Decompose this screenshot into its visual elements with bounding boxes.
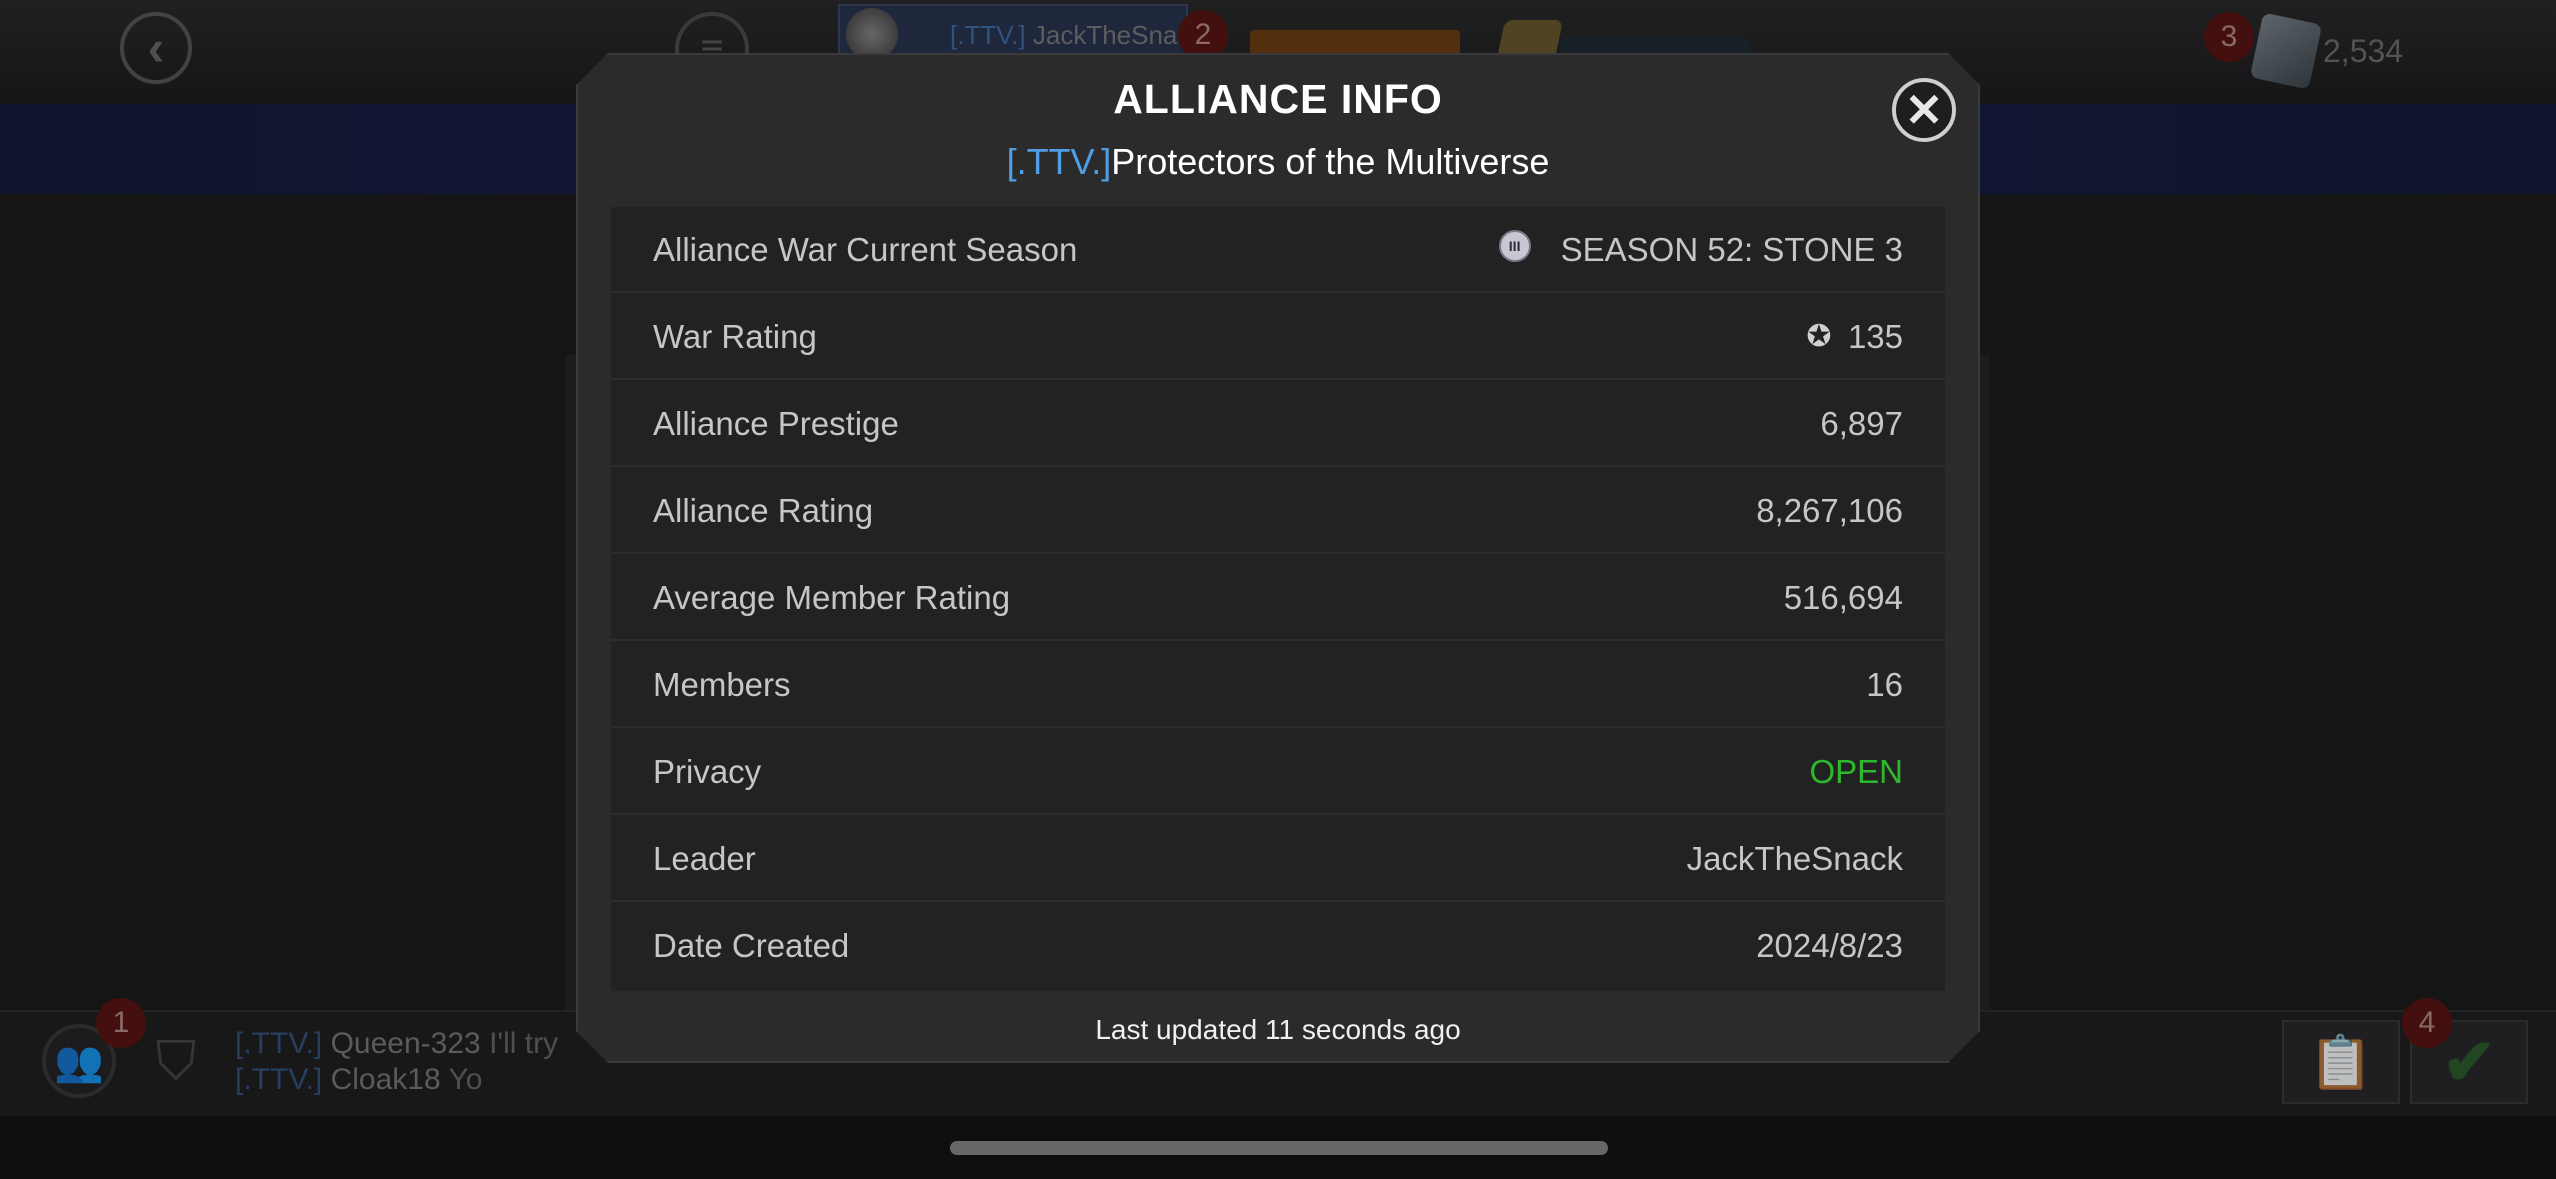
privacy-status: OPEN <box>1809 753 1903 790</box>
row-label: Leader <box>653 840 756 877</box>
leader-name[interactable]: JackTheSnack <box>1687 816 1903 902</box>
info-row-members: Members 16 <box>611 642 1945 728</box>
row-value: 6,897 <box>1820 405 1903 442</box>
war-rating-shield-icon: ✪ <box>1806 320 1832 353</box>
alliance-tag: [.TTV.] <box>1006 141 1112 182</box>
info-row-war-rating: War Rating ✪ 135 <box>611 294 1945 380</box>
alliance-info-modal: ALLIANCE INFO [.TTV.]Protectors of the M… <box>576 53 1980 1063</box>
info-row-alliance-rating: Alliance Rating 8,267,106 <box>611 468 1945 554</box>
row-value: ✪ 135 <box>1796 294 1903 380</box>
info-row-date-created: Date Created 2024/8/23 <box>611 903 1945 989</box>
info-row-leader: Leader JackTheSnack <box>611 816 1945 902</box>
alliance-name: Protectors of the Multiverse <box>1111 141 1550 182</box>
info-row-privacy: Privacy OPEN <box>611 729 1945 815</box>
close-icon: ✕ <box>1904 84 1944 136</box>
row-label: Privacy <box>653 753 762 790</box>
row-value: 16 <box>1866 666 1903 703</box>
row-label: Alliance Prestige <box>653 405 899 442</box>
alliance-info-table: Alliance War Current Season III SEASON 52… <box>611 207 1945 991</box>
alliance-name-line: [.TTV.]Protectors of the Multiverse <box>578 141 1978 183</box>
row-value: III SEASON 52: STONE 3 <box>1499 207 1903 293</box>
row-value: 8,267,106 <box>1756 492 1903 529</box>
info-row-average-rating: Average Member Rating 516,694 <box>611 555 1945 641</box>
modal-title: ALLIANCE INFO <box>1113 76 1443 122</box>
row-label: Average Member Rating <box>653 579 1011 616</box>
row-value: 2024/8/23 <box>1756 927 1903 964</box>
row-value: 516,694 <box>1783 579 1903 616</box>
season-tier-icon: III <box>1499 230 1531 262</box>
info-row-war-season: Alliance War Current Season III SEASON 52… <box>611 207 1945 293</box>
row-label: Members <box>653 666 791 703</box>
row-label: War Rating <box>653 318 817 355</box>
row-label: Date Created <box>653 927 850 964</box>
close-button[interactable]: ✕ <box>1892 78 1956 142</box>
season-value: SEASON 52: STONE 3 <box>1560 231 1903 268</box>
row-label: Alliance Rating <box>653 492 874 529</box>
war-rating-value: 135 <box>1847 318 1903 355</box>
row-label: Alliance War Current Season <box>653 231 1078 268</box>
last-updated-text: Last updated 11 seconds ago <box>1095 1014 1461 1045</box>
info-row-prestige: Alliance Prestige 6,897 <box>611 381 1945 467</box>
